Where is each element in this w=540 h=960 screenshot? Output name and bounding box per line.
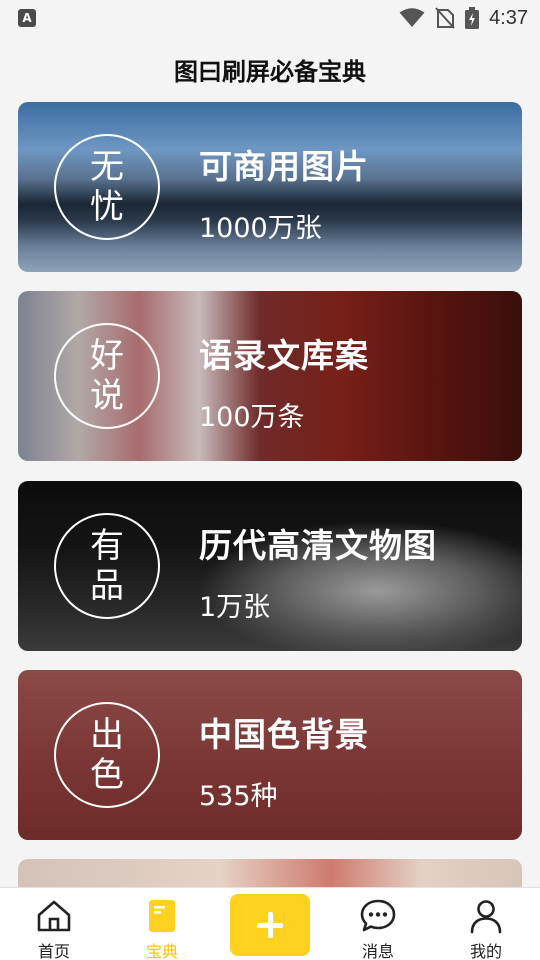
tab-collection[interactable]: 宝典 bbox=[108, 888, 216, 960]
seal-char: 忧 bbox=[90, 187, 124, 227]
status-icons: 4:37 bbox=[399, 6, 528, 30]
seal-char: 品 bbox=[90, 566, 124, 606]
tab-label: 消息 bbox=[361, 942, 394, 960]
card-count: 535种 bbox=[199, 781, 278, 812]
seal-char: 无 bbox=[90, 147, 124, 187]
seal-char: 色 bbox=[90, 755, 124, 795]
tab-messages[interactable]: 消息 bbox=[324, 888, 432, 960]
tab-profile[interactable]: 我的 bbox=[432, 888, 540, 960]
card-seal: 好 说 bbox=[54, 323, 160, 429]
page-title: 图曰刷屏必备宝典 bbox=[174, 57, 366, 86]
card-count: 1万张 bbox=[199, 592, 271, 623]
card-chinese-colors[interactable]: 出 色 中国色背景 535种 bbox=[18, 670, 522, 840]
battery-charging-icon bbox=[465, 7, 480, 29]
card-seal: 无 忧 bbox=[54, 134, 160, 240]
wifi-icon bbox=[399, 8, 425, 27]
keyboard-a-icon: A bbox=[18, 9, 36, 27]
bottom-tab-bar: 首页 宝典 消息 我的 bbox=[0, 887, 540, 960]
tab-label: 首页 bbox=[37, 942, 70, 960]
card-background-image bbox=[18, 859, 522, 887]
card-relics-images[interactable]: 有 品 历代高清文物图 1万张 bbox=[18, 481, 522, 651]
book-icon bbox=[149, 900, 175, 932]
tab-add[interactable] bbox=[216, 888, 324, 960]
tab-home[interactable]: 首页 bbox=[0, 888, 108, 960]
status-time: 4:37 bbox=[489, 6, 528, 29]
card-title: 中国色背景 bbox=[199, 715, 369, 754]
no-sim-icon bbox=[435, 7, 455, 29]
add-button[interactable] bbox=[230, 894, 310, 956]
chat-bubble-icon bbox=[360, 899, 396, 932]
card-seal: 出 色 bbox=[54, 702, 160, 808]
home-icon bbox=[37, 900, 71, 932]
seal-char: 好 bbox=[90, 336, 124, 376]
card-seal: 有 品 bbox=[54, 513, 160, 619]
person-icon bbox=[470, 900, 502, 934]
card-title: 可商用图片 bbox=[199, 147, 369, 186]
app-header: 图曰刷屏必备宝典 bbox=[0, 36, 540, 102]
card-title: 语录文库案 bbox=[199, 336, 369, 375]
seal-char: 说 bbox=[90, 376, 124, 416]
tab-label: 我的 bbox=[469, 942, 502, 960]
seal-char: 有 bbox=[90, 526, 124, 566]
card-count: 1000万张 bbox=[199, 213, 322, 244]
collection-list[interactable]: 无 忧 可商用图片 1000万张 好 说 语录文库案 100万条 有 品 历代高… bbox=[0, 102, 540, 887]
card-quotes-library[interactable]: 好 说 语录文库案 100万条 bbox=[18, 291, 522, 461]
card-partial[interactable] bbox=[18, 859, 522, 887]
status-bar: A 4:37 bbox=[0, 0, 540, 36]
seal-char: 出 bbox=[90, 715, 124, 755]
card-title: 历代高清文物图 bbox=[199, 526, 437, 565]
tab-label: 宝典 bbox=[145, 942, 178, 960]
card-commercial-images[interactable]: 无 忧 可商用图片 1000万张 bbox=[18, 102, 522, 272]
card-count: 100万条 bbox=[199, 402, 305, 433]
